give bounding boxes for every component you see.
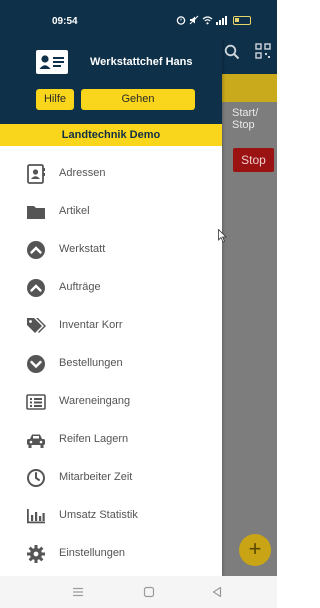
user-name: Werkstattchef Hans	[90, 56, 193, 68]
car-icon	[27, 434, 45, 448]
folder-icon	[27, 206, 45, 219]
list-alt-icon	[26, 394, 46, 410]
add-fab-button[interactable]: +	[239, 534, 271, 566]
start-stop-header: Start/ Stop	[232, 107, 259, 131]
home-icon[interactable]	[142, 585, 156, 599]
tags-icon	[27, 318, 46, 333]
help-button[interactable]: Hilfe	[36, 89, 74, 110]
back-icon[interactable]	[210, 585, 224, 599]
menu-item-reifen-lagern[interactable]: Reifen Lagern	[0, 421, 222, 459]
menu-item-umsatz-statistik[interactable]: Umsatz Statistik	[0, 497, 222, 535]
menu-item-bestellungen[interactable]: Bestellungen	[0, 345, 222, 383]
menu-label: Werkstatt	[59, 243, 106, 255]
chevron-up-circle-icon	[27, 241, 45, 259]
menu-label: Adressen	[59, 167, 106, 179]
menu-label: Wareneingang	[59, 395, 131, 407]
status-bar: 09:54	[0, 0, 277, 40]
mute-icon	[189, 15, 199, 25]
battery-icon	[233, 15, 251, 25]
clock-icon	[27, 469, 45, 487]
qr-code-icon[interactable]	[255, 43, 271, 59]
menu-icon[interactable]	[71, 585, 85, 599]
menu-label: Reifen Lagern	[59, 433, 129, 445]
address-book-icon	[27, 164, 45, 184]
menu-item-mitarbeiter-zeit[interactable]: Mitarbeiter Zeit	[0, 459, 222, 497]
menu-item-adressen[interactable]: Adressen	[0, 155, 222, 193]
alarm-icon	[176, 16, 186, 25]
stop-button[interactable]: Stop	[233, 148, 274, 172]
menu-label: Artikel	[59, 205, 90, 217]
menu-item-inventar-korr[interactable]: Inventar Korr	[0, 307, 222, 345]
bar-chart-icon	[27, 509, 45, 524]
wifi-icon	[202, 16, 213, 25]
chevron-down-circle-icon	[27, 355, 45, 373]
menu-label: Bestellungen	[59, 357, 123, 369]
menu-label: Inventar Korr	[59, 319, 123, 331]
menu-item-wareneingang[interactable]: Wareneingang	[0, 383, 222, 421]
company-banner: Landtechnik Demo	[0, 124, 222, 146]
leave-button[interactable]: Gehen	[81, 89, 195, 110]
menu-label: Mitarbeiter Zeit	[59, 471, 133, 483]
menu-item-werkstatt[interactable]: Werkstatt	[0, 231, 222, 269]
mouse-cursor-icon	[218, 229, 227, 243]
menu-label: Umsatz Statistik	[59, 509, 138, 521]
menu-item-auftraege[interactable]: Aufträge	[0, 269, 222, 307]
system-nav-bar	[0, 576, 277, 608]
signal-icon	[216, 16, 227, 25]
id-card-icon	[36, 50, 68, 74]
status-icons	[176, 14, 251, 26]
navigation-drawer: Werkstattchef Hans Hilfe Gehen Landtechn…	[0, 0, 222, 576]
menu-label: Aufträge	[59, 281, 101, 293]
menu-item-einstellungen[interactable]: Einstellungen	[0, 535, 222, 573]
gear-icon	[27, 545, 45, 563]
menu-item-artikel[interactable]: Artikel	[0, 193, 222, 231]
menu-label: Einstellungen	[59, 547, 126, 559]
status-time: 09:54	[52, 16, 78, 27]
chevron-up-circle-icon	[27, 279, 45, 297]
search-icon[interactable]	[224, 44, 240, 60]
